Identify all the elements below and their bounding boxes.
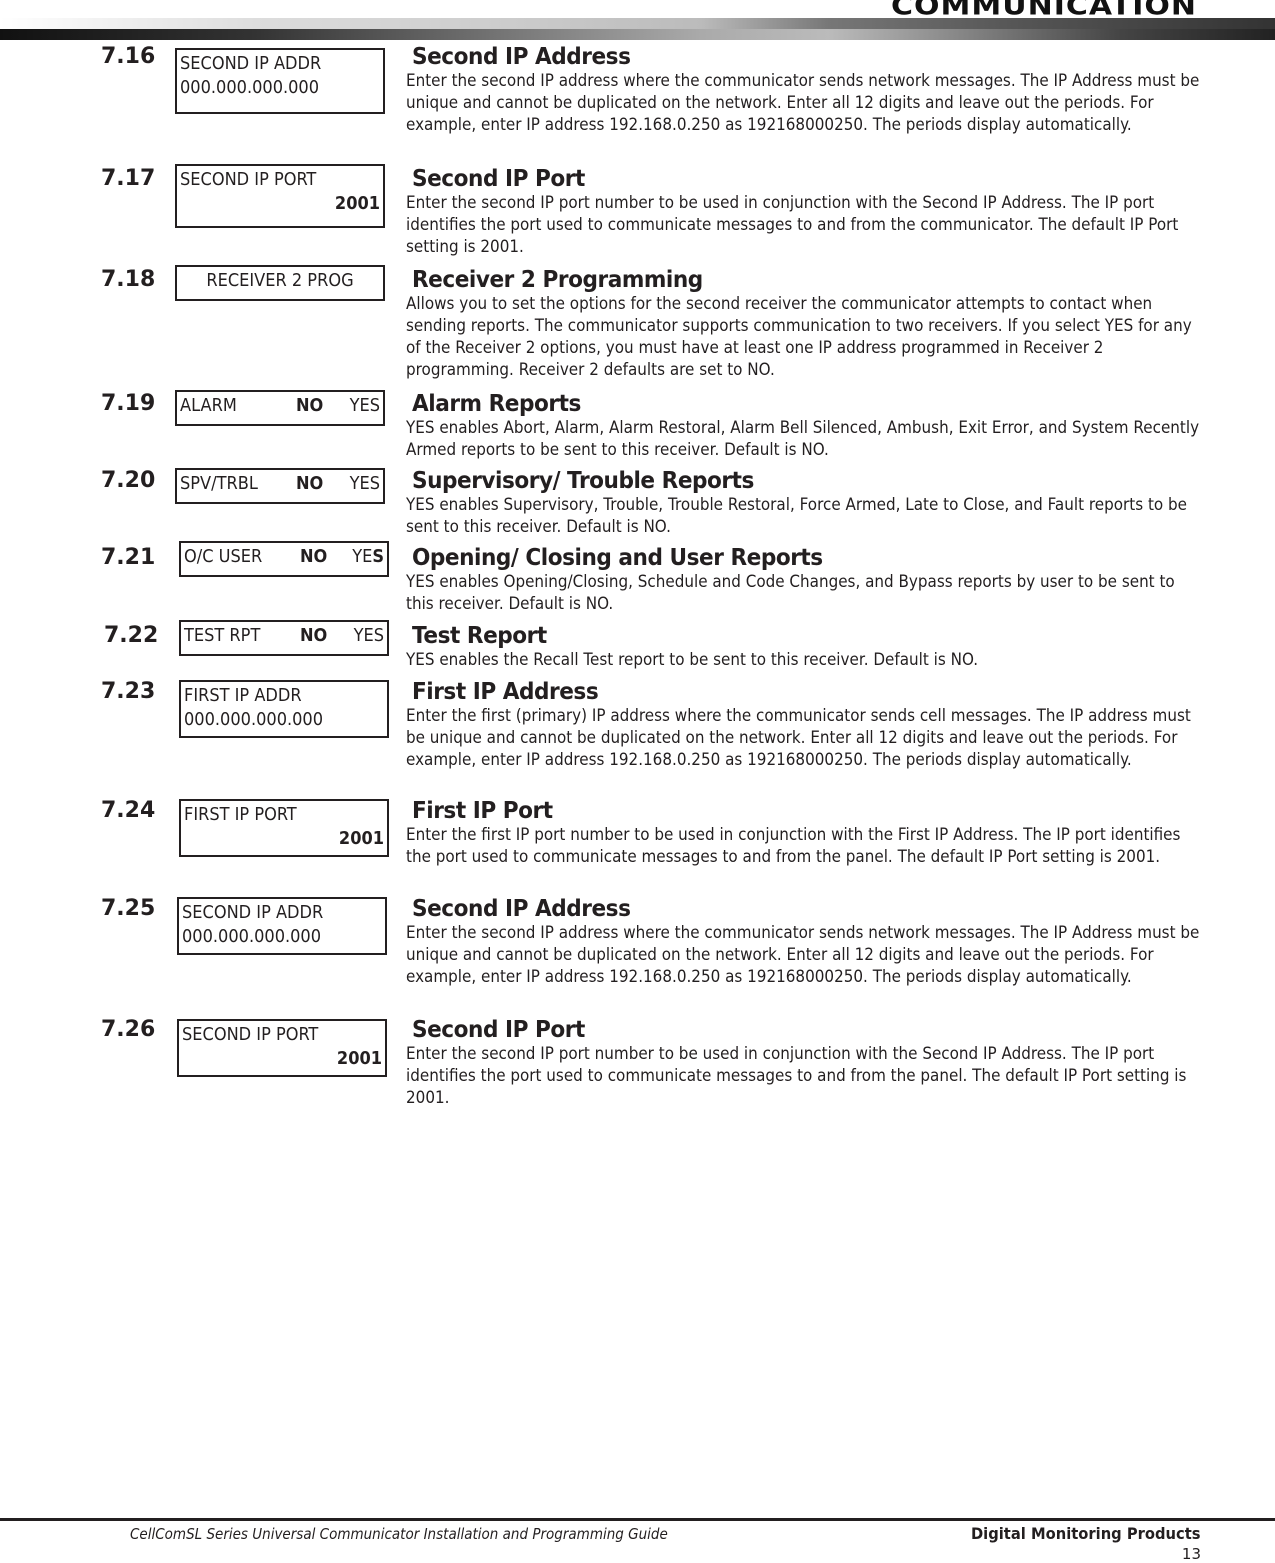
display-line-1: SECOND IP PORT xyxy=(180,169,317,190)
section-content: Second IP Address Enter the second IP ad… xyxy=(406,44,1206,136)
option-no[interactable]: NO xyxy=(296,472,344,496)
section-body: YES enables Supervisory, Trouble, Troubl… xyxy=(406,495,1187,536)
display-line-2: 000.000.000.000 xyxy=(184,709,324,730)
option-yes[interactable]: YES xyxy=(348,624,384,648)
keypad-display: RECEIVER 2 PROG xyxy=(175,265,385,301)
section-body: YES enables the Recall Test report to be… xyxy=(406,650,979,669)
option-yes[interactable]: YES xyxy=(348,545,384,569)
display-option-row: SPV/TRBL NO YES xyxy=(180,472,380,496)
section-content: First IP Port Enter the first IP port nu… xyxy=(406,798,1206,868)
section-title: Second IP Address xyxy=(412,44,631,70)
display-line-1: FIRST IP PORT xyxy=(184,804,297,825)
section-body: Enter the first (primary) IP address whe… xyxy=(406,706,1191,769)
footer-guide-title: CellComSL Series Universal Communicator … xyxy=(130,1525,668,1543)
section-title: Supervisory/ Trouble Reports xyxy=(412,468,754,494)
display-line-2: 2001 xyxy=(336,1048,382,1069)
section-body: Enter the second IP port number to be us… xyxy=(406,193,1179,256)
section-body: YES enables Abort, Alarm, Alarm Restoral… xyxy=(406,418,1200,459)
section-content: Receiver 2 Programming Allows you to set… xyxy=(406,267,1206,381)
section-content: First IP Address Enter the first (primar… xyxy=(406,679,1206,771)
section-number: 7.24 xyxy=(101,798,156,823)
section-title: Opening/ Closing and User Reports xyxy=(412,545,823,571)
keypad-display: SECOND IP ADDR 000.000.000.000 xyxy=(175,48,385,114)
section-number: 7.23 xyxy=(101,679,156,704)
keypad-display: SECOND IP PORT 2001 xyxy=(175,164,385,228)
section-number: 7.26 xyxy=(101,1017,156,1042)
section-number: 7.20 xyxy=(101,468,156,493)
section-content: Test Report YES enables the Recall Test … xyxy=(406,623,1206,671)
section-body: Allows you to set the options for the se… xyxy=(406,294,1192,379)
display-option-row: TEST RPT NO YES xyxy=(184,624,384,648)
section-body: Enter the second IP address where the co… xyxy=(406,923,1200,986)
footer-company: Digital Monitoring Products xyxy=(971,1524,1201,1543)
option-no[interactable]: NO xyxy=(300,624,348,648)
section-title: Test Report xyxy=(412,623,547,649)
section-title: Second IP Address xyxy=(412,896,631,922)
section-title: First IP Address xyxy=(412,679,599,705)
section-body: Enter the second IP port number to be us… xyxy=(406,1044,1187,1107)
keypad-display: SECOND IP ADDR 000.000.000.000 xyxy=(177,897,387,955)
section-content: Second IP Address Enter the second IP ad… xyxy=(406,896,1206,988)
display-line-1: FIRST IP ADDR xyxy=(184,685,302,706)
option-yes-suffix: S xyxy=(372,546,384,567)
display-line-2: 2001 xyxy=(334,193,380,214)
keypad-display: FIRST IP PORT 2001 xyxy=(179,799,389,857)
section-body: Enter the first IP port number to be use… xyxy=(406,825,1181,866)
section-number: 7.22 xyxy=(104,623,159,648)
keypad-display: TEST RPT NO YES xyxy=(179,620,389,656)
option-no[interactable]: NO xyxy=(296,394,344,418)
display-option-row: ALARM NO YES xyxy=(180,394,380,418)
section-number: 7.25 xyxy=(101,896,156,921)
display-line-2: 2001 xyxy=(338,828,384,849)
display-line-2: 000.000.000.000 xyxy=(182,926,322,947)
section-title: Receiver 2 Programming xyxy=(412,267,703,293)
option-label: ALARM xyxy=(180,395,237,416)
option-label: O/C USER xyxy=(184,546,263,567)
option-yes[interactable]: YES xyxy=(344,394,380,418)
display-line-1: SECOND IP PORT xyxy=(182,1024,319,1045)
section-content: Second IP Port Enter the second IP port … xyxy=(406,166,1206,258)
section-title: Second IP Port xyxy=(412,1017,585,1043)
page-header: COMMUNICATION xyxy=(0,0,1275,40)
section-number: 7.19 xyxy=(101,391,156,416)
option-label: SPV/TRBL xyxy=(180,473,258,494)
section-content: Supervisory/ Trouble Reports YES enables… xyxy=(406,468,1206,538)
section-title: Second IP Port xyxy=(412,166,585,192)
section-content: Alarm Reports YES enables Abort, Alarm, … xyxy=(406,391,1206,461)
keypad-display: SPV/TRBL NO YES xyxy=(175,468,385,504)
section-number: 7.17 xyxy=(101,166,156,191)
section-body: YES enables Opening/Closing, Schedule an… xyxy=(406,572,1175,613)
keypad-display: SECOND IP PORT 2001 xyxy=(177,1019,387,1077)
display-option-row: O/C USER NO YES xyxy=(184,545,384,569)
option-yes-prefix: YE xyxy=(352,546,373,567)
footer-divider xyxy=(0,1518,1275,1521)
section-content: Opening/ Closing and User Reports YES en… xyxy=(406,545,1206,615)
section-number: 7.21 xyxy=(101,545,156,570)
section-body: Enter the second IP address where the co… xyxy=(406,71,1200,134)
display-line-1: SECOND IP ADDR xyxy=(180,53,322,74)
section-content: Second IP Port Enter the second IP port … xyxy=(406,1017,1206,1109)
page-number: 13 xyxy=(1181,1545,1201,1563)
option-label: TEST RPT xyxy=(184,625,261,646)
keypad-display: O/C USER NO YES xyxy=(179,541,389,577)
section-title: Alarm Reports xyxy=(412,391,581,417)
section-number: 7.16 xyxy=(101,44,156,69)
display-line-1: SECOND IP ADDR xyxy=(182,902,324,923)
keypad-display: ALARM NO YES xyxy=(175,390,385,426)
section-number: 7.18 xyxy=(101,267,156,292)
option-yes[interactable]: YES xyxy=(344,472,380,496)
option-no[interactable]: NO xyxy=(300,545,348,569)
section-title: First IP Port xyxy=(412,798,553,824)
display-line-2: 000.000.000.000 xyxy=(180,77,320,98)
keypad-display: FIRST IP ADDR 000.000.000.000 xyxy=(179,680,389,738)
chapter-title: COMMUNICATION xyxy=(891,0,1197,22)
display-line-1: RECEIVER 2 PROG xyxy=(206,270,354,291)
